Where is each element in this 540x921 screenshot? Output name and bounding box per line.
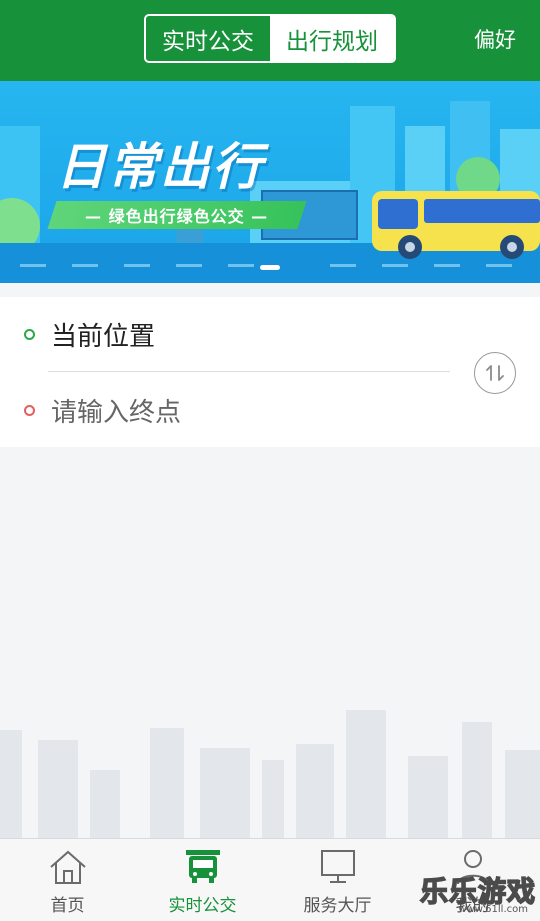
bus-icon — [182, 847, 224, 887]
banner-title: 日常出行 — [56, 138, 264, 196]
city-skyline-illustration — [0, 710, 540, 840]
destination-dot-icon — [24, 404, 35, 416]
home-icon — [47, 847, 89, 887]
nav-service-hall[interactable]: 服务大厅 — [270, 839, 405, 921]
nav-home[interactable]: 首页 — [0, 839, 135, 921]
promo-banner[interactable]: 日常出行 — 绿色出行绿色公交 — — [0, 81, 540, 283]
origin-value: 当前位置 — [51, 321, 156, 352]
divider — [48, 371, 450, 372]
mode-segmented-control: 实时公交 出行规划 — [144, 14, 396, 63]
origin-field[interactable]: 当前位置 — [0, 297, 450, 371]
route-input-card: 当前位置 请输入终点 — [0, 297, 540, 447]
nav-realtime-bus[interactable]: 实时公交 — [135, 839, 270, 921]
monitor-icon — [317, 847, 359, 887]
preference-button[interactable]: 偏好 — [474, 24, 516, 54]
top-app-bar: 实时公交 出行规划 偏好 — [0, 0, 540, 81]
carousel-indicator[interactable] — [260, 265, 280, 270]
swap-button[interactable] — [474, 352, 516, 394]
tab-realtime-bus[interactable]: 实时公交 — [146, 16, 270, 61]
banner-subtitle-ribbon: — 绿色出行绿色公交 — — [47, 201, 307, 229]
destination-placeholder: 请输入终点 — [51, 397, 182, 428]
origin-dot-icon — [24, 328, 35, 340]
banner-subtitle: — 绿色出行绿色公交 — — [85, 207, 269, 226]
tab-trip-planning[interactable]: 出行规划 — [270, 16, 394, 61]
watermark-url: www.61ll.com — [458, 904, 528, 915]
swap-vertical-icon — [486, 365, 504, 381]
nav-service-hall-label: 服务大厅 — [303, 896, 372, 916]
nav-home-label: 首页 — [50, 896, 85, 916]
destination-field[interactable]: 请输入终点 — [0, 373, 450, 447]
nav-realtime-bus-label: 实时公交 — [168, 896, 237, 916]
